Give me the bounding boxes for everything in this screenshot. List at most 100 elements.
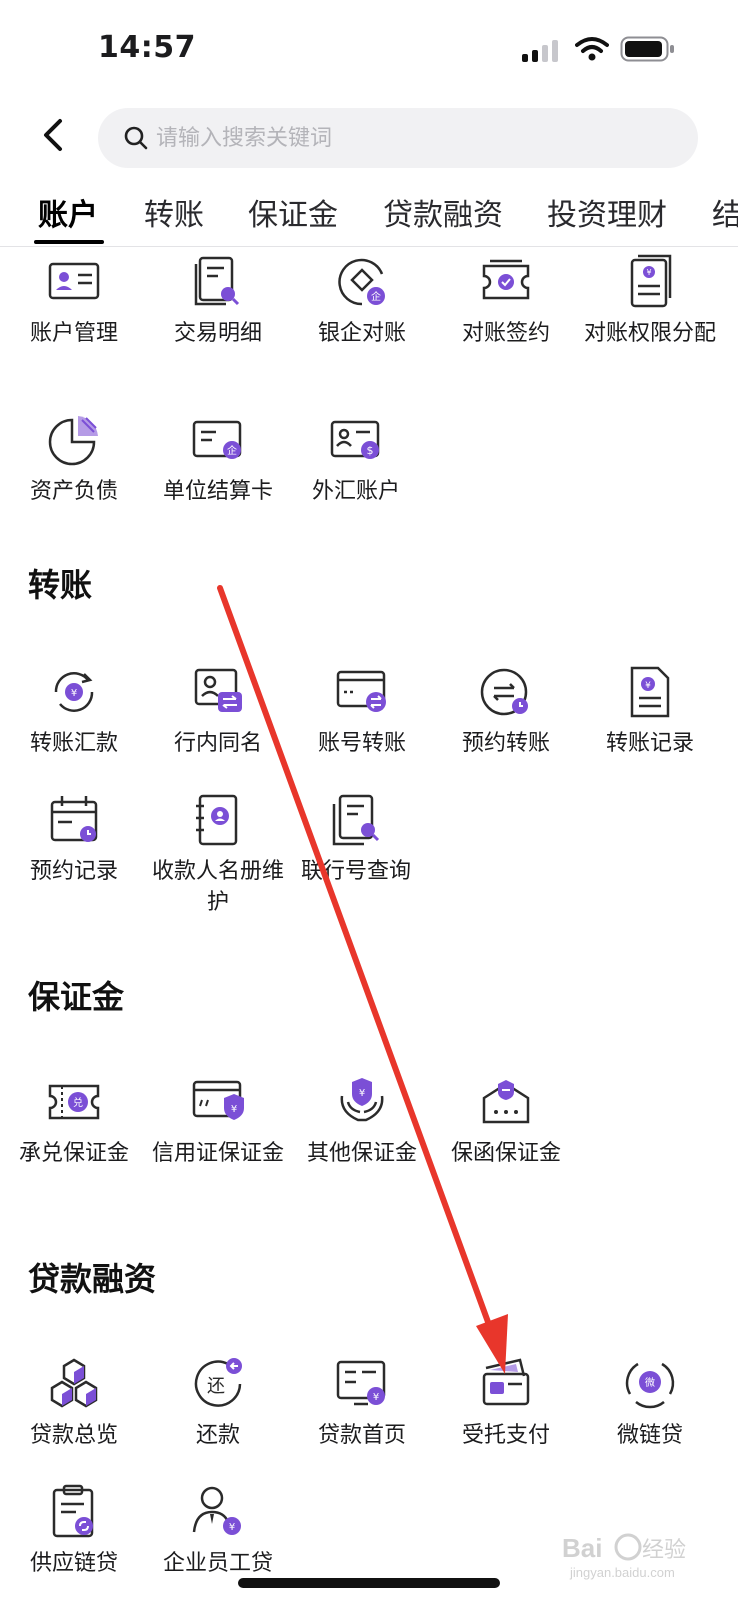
grid-item-label: 账户管理 [29,321,118,346]
grid-item-supply-chain-loan[interactable]: 供应链贷 [0,1482,148,1579]
grid-item-label: 受托支付 [461,1423,550,1448]
svg-text:jingyan.baidu.com: jingyan.baidu.com [569,1565,675,1580]
grid-item-loan-overview[interactable]: 贷款总览 [0,1354,148,1451]
transfer-cycle-icon: ¥ [54,672,94,712]
transfer-record-icon: ¥ [630,666,670,718]
grid-item-reconcile-sign[interactable]: 对账签约 [432,252,580,349]
grid-item-account-transfer[interactable]: 账号转账 [288,662,436,759]
grid-item-transaction-detail[interactable]: 交易明细 [144,252,292,349]
grid-item-forex-account[interactable]: $ 外汇账户 [282,410,430,507]
search-input[interactable] [154,124,698,152]
same-name-transfer-icon [194,668,242,712]
grid-item-label: 承兑保证金 [18,1141,129,1166]
back-button[interactable] [30,112,76,158]
wifi-icon [575,37,609,61]
transaction-search-icon [194,256,240,306]
permission-document-icon: ¥ [630,254,672,308]
grid-item-label: 贷款总览 [29,1423,118,1448]
grid-item-account-management[interactable]: 账户管理 [0,252,148,349]
grid-item-label: 还款 [195,1423,240,1448]
grid-item-label: 资产负债 [29,479,118,504]
grid-item-permission-allocation[interactable]: ¥ 对账权限分配 [576,252,724,349]
grid-item-bank-reconcile[interactable]: 企 银企对账 [288,252,436,349]
grid-item-loan-home[interactable]: ¥ 贷款首页 [288,1354,436,1451]
calendar-clock-icon [50,796,98,842]
account-card-icon [48,262,100,300]
grid-item-label: 转账汇款 [29,731,118,756]
grid-item-label: 信用证保证金 [151,1141,284,1166]
grid-item-transfer-record[interactable]: ¥ 转账记录 [576,662,724,759]
account-transfer-icon [336,670,386,712]
grid-item-transfer-remit[interactable]: ¥ 转账汇款 [0,662,148,759]
cubes-icon [50,1358,98,1408]
repay-icon: 还 [194,1358,242,1407]
grid-item-label: 供应链贷 [29,1551,118,1576]
status-time: 14:57 [98,30,196,65]
svg-text:企: 企 [371,290,381,303]
enterprise-card-icon: 企 [192,420,242,459]
svg-text:¥: ¥ [373,1392,379,1403]
tab-loan[interactable]: 贷款融资 [383,190,503,234]
grid-item-label: 单位结算卡 [162,479,273,504]
grid-item-label: 账号转账 [317,731,406,756]
grid-item-credit-deposit[interactable]: ¥ 信用证保证金 [144,1072,292,1169]
grid-item-label: 保函保证金 [450,1141,561,1166]
grid-item-employee-loan[interactable]: ¥ 企业员工贷 [144,1482,292,1579]
search-icon [124,126,148,150]
grid-item-label: 收款人名册维护 [151,859,284,915]
grid-item-payee-book[interactable]: 收款人名册维护 [144,790,292,918]
grid-item-assets-liabilities[interactable]: 资产负债 [0,410,148,507]
bank-code-search-icon [332,794,380,846]
loan-home-icon: ¥ [336,1360,386,1406]
grid-item-bank-code-query[interactable]: 联行号查询 [282,790,430,887]
grid-item-label: 企业员工贷 [162,1551,273,1576]
tab-account[interactable]: 账户 [38,190,98,234]
grid-item-repayment[interactable]: 还 还款 [144,1354,292,1451]
employee-loan-icon: ¥ [192,1486,241,1535]
home-indicator [238,1578,500,1588]
tab-more[interactable]: 结 [712,190,738,234]
grid-item-scheduled-record[interactable]: 预约记录 [0,790,148,887]
tab-transfer[interactable]: 转账 [144,190,204,234]
tab-deposit[interactable]: 保证金 [248,190,338,234]
svg-text:$: $ [367,444,374,457]
svg-text:¥: ¥ [646,268,651,277]
svg-text:微: 微 [645,1376,655,1389]
grid-item-other-deposit[interactable]: ¥ 其他保证金 [288,1072,436,1169]
scheduled-transfer-icon [480,668,528,716]
grid-item-label: 交易明细 [173,321,262,346]
grid-item-scheduled-transfer[interactable]: 预约转账 [432,662,580,759]
grid-item-label: 外汇账户 [311,479,400,504]
battery-icon [620,36,674,62]
svg-text:兑: 兑 [73,1096,83,1109]
entrusted-payment-icon [482,1358,530,1406]
svg-text:¥: ¥ [229,1522,235,1533]
search-bar[interactable] [98,108,698,168]
payee-book-icon [196,794,238,846]
grid-item-enterprise-card[interactable]: 企 单位结算卡 [144,410,292,507]
guarantee-envelope-icon [482,1080,530,1124]
grid-item-label: 对账签约 [461,321,550,346]
micro-chain-loan-icon: 微 [625,1362,675,1409]
grid-item-label: 行内同名 [173,731,262,756]
tab-investment[interactable]: 投资理财 [547,190,667,234]
grid-item-label: 其他保证金 [306,1141,417,1166]
grid-item-same-name[interactable]: 行内同名 [144,662,292,759]
tab-active-indicator [34,240,104,244]
svg-text:¥: ¥ [645,681,651,691]
divider [0,246,738,247]
grid-item-label: 联行号查询 [300,859,411,884]
grid-item-acceptance-deposit[interactable]: 兑 承兑保证金 [0,1072,148,1169]
grid-item-entrusted-payment[interactable]: 受托支付 [432,1354,580,1451]
svg-text:¥: ¥ [359,1088,365,1099]
shield-hands-icon: ¥ [340,1078,384,1122]
svg-text:¥: ¥ [71,688,77,699]
svg-text:经验: 经验 [642,1538,686,1563]
grid-item-guarantee-deposit[interactable]: 保函保证金 [432,1072,580,1169]
grid-item-micro-chain-loan[interactable]: 微 微链贷 [576,1354,724,1451]
grid-item-label: 对账权限分配 [583,321,716,346]
section-title-transfer: 转账 [28,566,93,604]
section-title-loan: 贷款融资 [28,1260,157,1298]
grid-item-label: 预约记录 [29,859,118,884]
category-tabs: 账户 转账 保证金 贷款融资 投资理财 结 [0,178,738,246]
